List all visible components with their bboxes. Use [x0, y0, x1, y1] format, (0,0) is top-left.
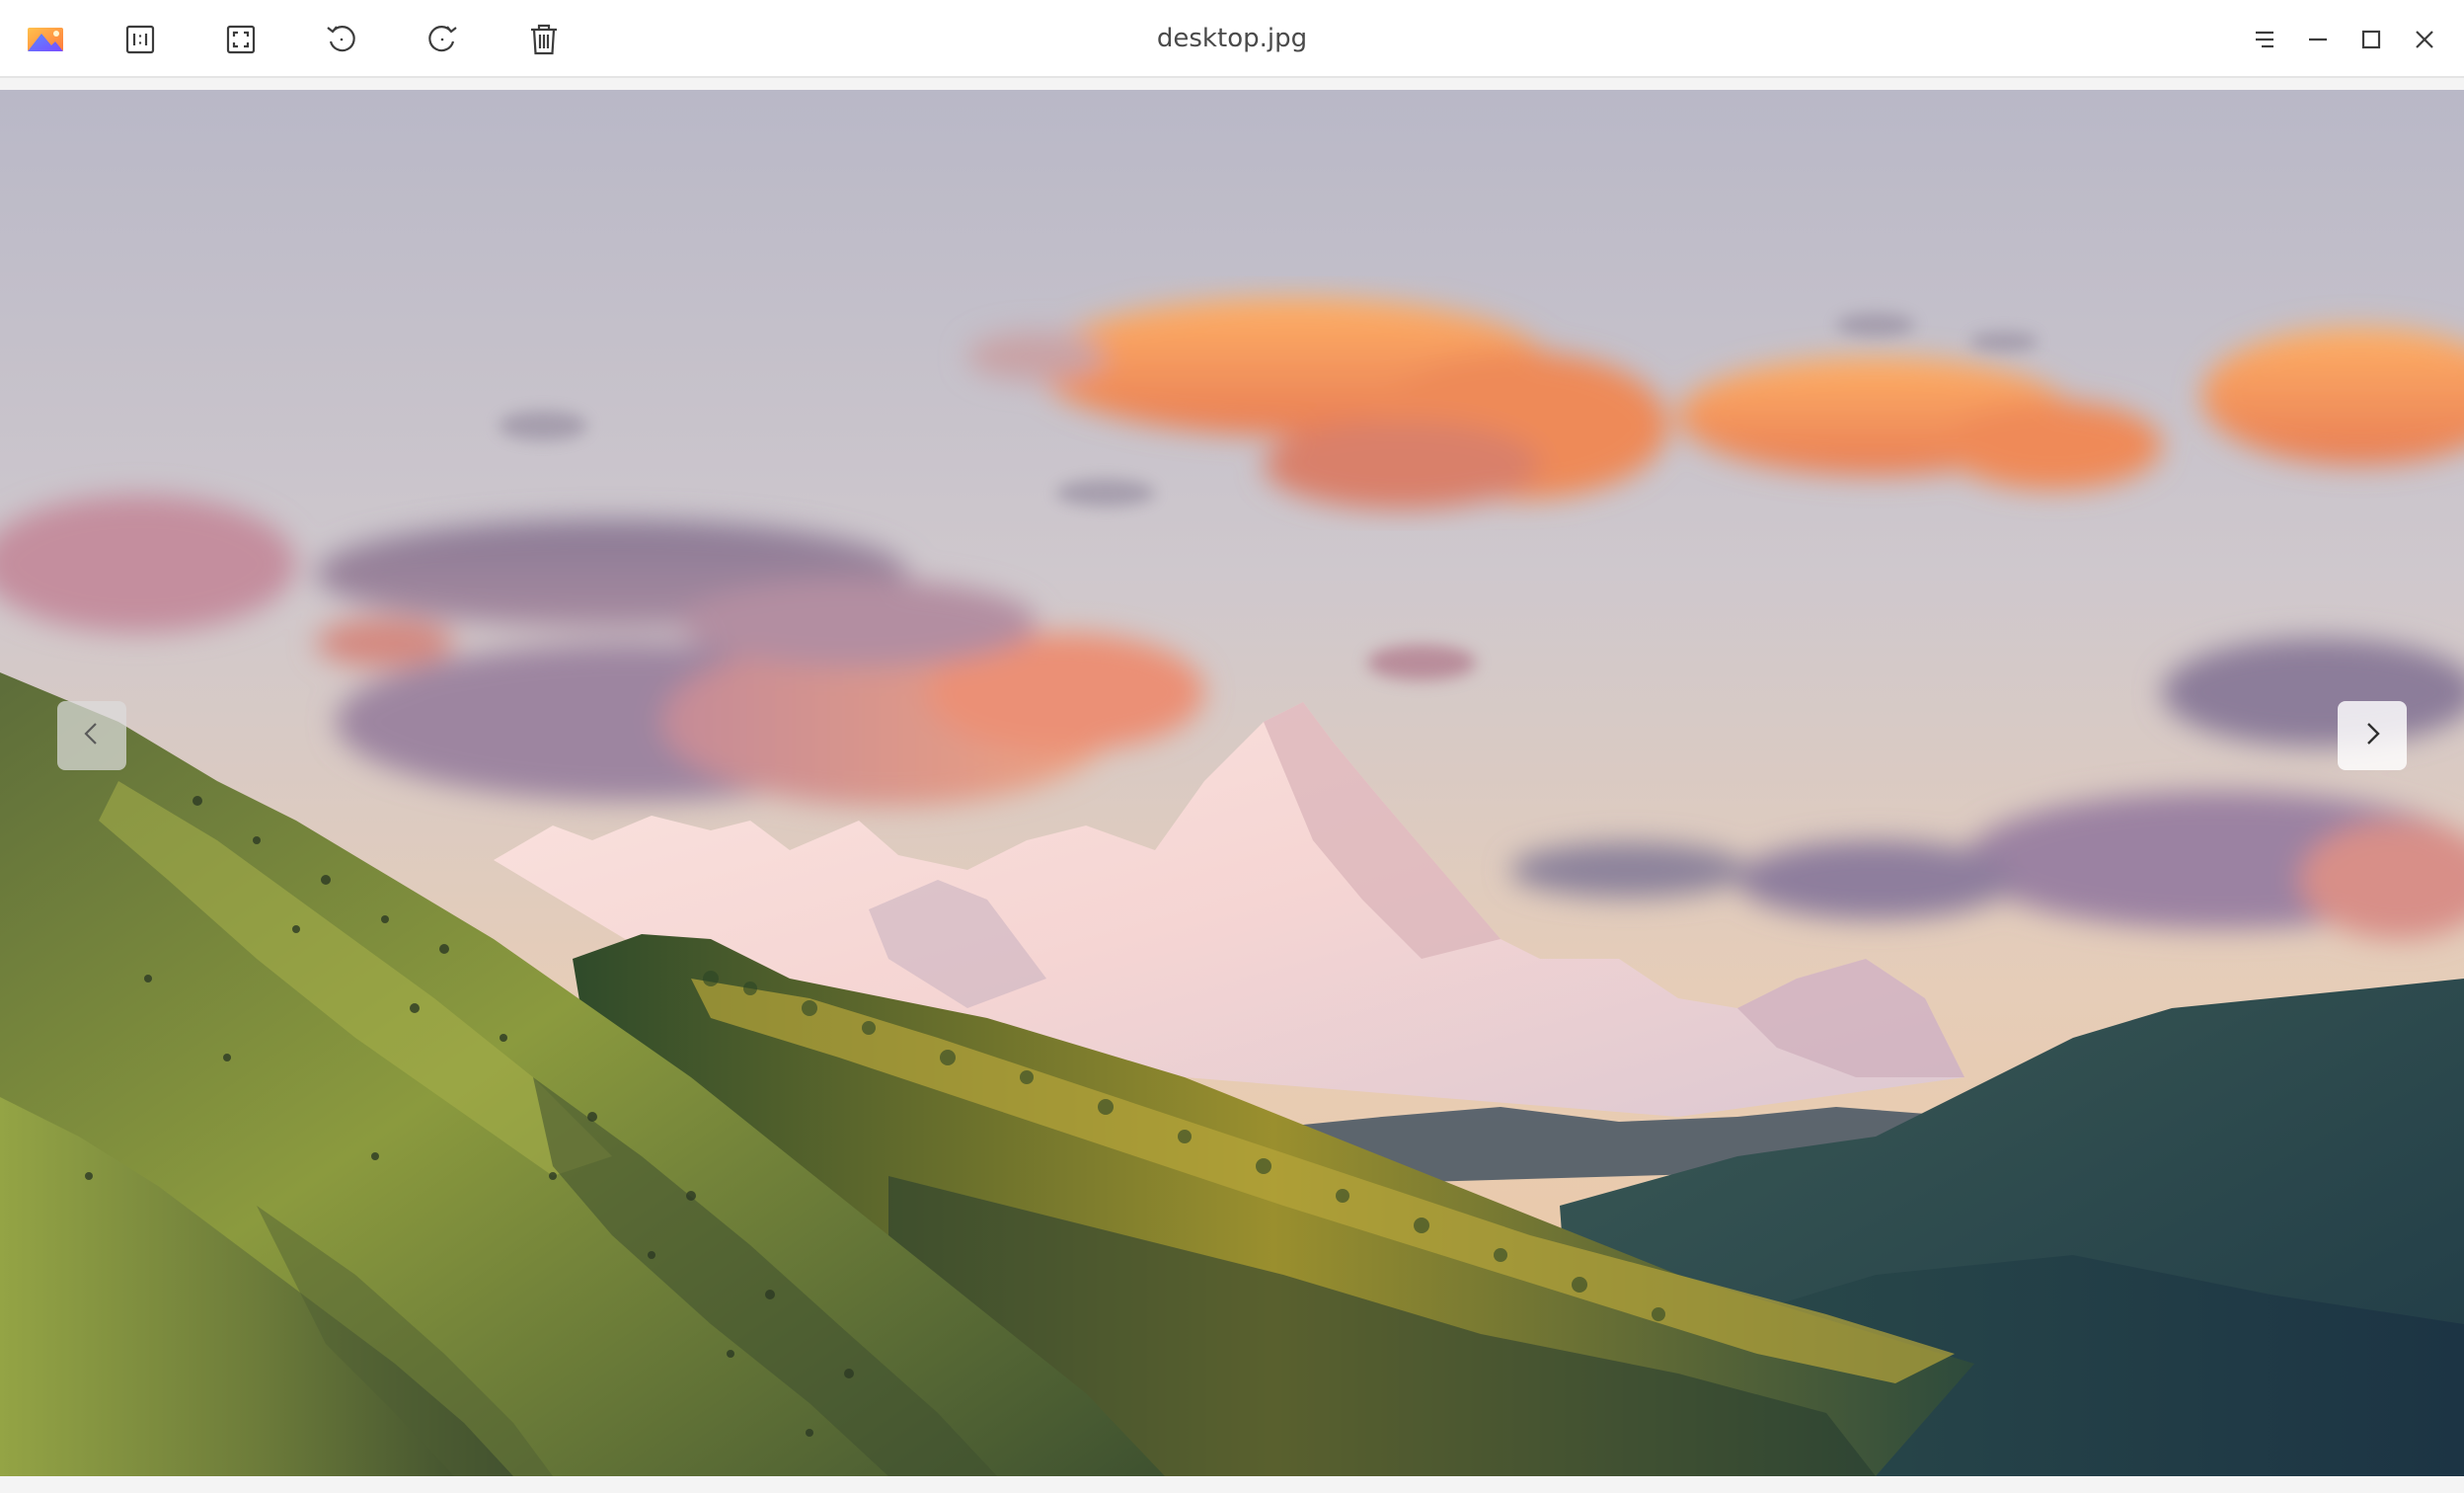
chevron-right-icon	[2357, 719, 2387, 753]
fit-window-icon	[224, 23, 258, 56]
minimize-button[interactable]	[2292, 14, 2344, 65]
title-bar: desktop.jpg	[0, 0, 2464, 78]
previous-image-button[interactable]	[57, 701, 126, 770]
window-title-container: desktop.jpg	[0, 22, 2464, 55]
maximize-button[interactable]	[2346, 14, 2397, 65]
next-image-button[interactable]	[2338, 701, 2407, 770]
rotate-left-button[interactable]	[316, 14, 367, 65]
rotate-left-icon	[324, 22, 359, 57]
menu-icon	[2251, 26, 2278, 53]
minimize-icon	[2304, 26, 2332, 53]
rotate-right-icon	[424, 22, 460, 57]
trash-icon	[527, 22, 561, 57]
app-logo-icon[interactable]	[20, 14, 71, 65]
rotate-right-button[interactable]	[417, 14, 468, 65]
close-icon	[2411, 26, 2438, 53]
actual-size-icon	[123, 23, 157, 56]
actual-size-button[interactable]	[115, 14, 166, 65]
fit-window-button[interactable]	[215, 14, 267, 65]
image-canvas[interactable]	[0, 78, 2464, 1493]
landscape-photo[interactable]	[0, 90, 2464, 1476]
chevron-left-icon	[77, 719, 107, 753]
menu-button[interactable]	[2239, 14, 2290, 65]
window-title: desktop.jpg	[1156, 24, 1308, 53]
delete-button[interactable]	[518, 14, 570, 65]
close-button[interactable]	[2399, 14, 2450, 65]
maximize-icon	[2357, 26, 2385, 53]
image-viewer-window: desktop.jpg	[0, 0, 2464, 1493]
